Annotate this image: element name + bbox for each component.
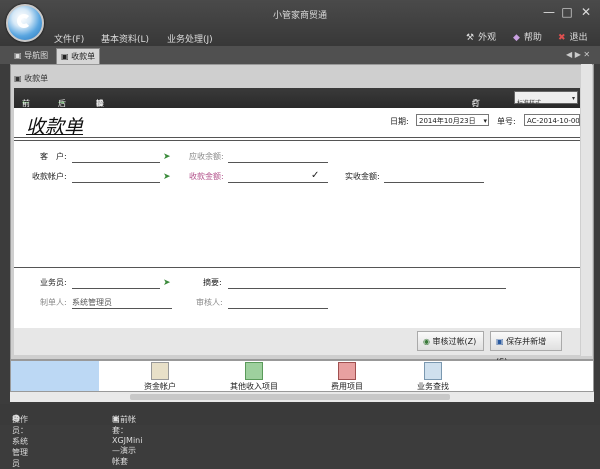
maker-value: 系统管理员 (72, 298, 112, 307)
salesman-lookup-icon[interactable]: ➤ (163, 278, 171, 288)
tab-navigation[interactable]: ▣ 导航图 (10, 48, 52, 64)
audit-icon: ◉ (423, 337, 430, 346)
save-and-new-button[interactable]: ▣ 保存并新增(S) (490, 331, 562, 366)
receipt-amount-field[interactable] (228, 182, 328, 183)
doc-number-field[interactable]: AC-2014-10-000 (524, 114, 580, 126)
maximize-button[interactable]: □ (560, 6, 574, 18)
summary-field[interactable] (228, 288, 506, 289)
menu-basic-data[interactable]: 基本资料(L) (101, 32, 149, 45)
status-bar: ☻ 操作员：系统管理员 ▣ 当前帐套：XGJMini—演示帐套 (0, 404, 600, 468)
print-style-select[interactable]: 标准样式 ▾ (514, 91, 578, 107)
account-lookup-icon[interactable]: ➤ (163, 172, 171, 182)
date-picker[interactable]: 2014年10月23日 ▾ (416, 114, 489, 126)
customer-lookup-icon[interactable]: ➤ (163, 152, 171, 162)
help-book-icon: ◆ (513, 33, 520, 43)
nav-business-search[interactable]: 业务查找 (398, 362, 468, 392)
receivable-balance-label: 应收余额: (189, 152, 224, 161)
divider (14, 267, 580, 268)
date-label: 日期: (390, 117, 409, 126)
salesman-label: 业务员: (40, 278, 67, 287)
horizontal-scroll-thumb[interactable] (130, 394, 450, 400)
tab-scroll-arrows[interactable]: ◀ ▶ ✕ (566, 50, 590, 59)
receivable-balance-field (228, 162, 328, 163)
salesman-field[interactable] (72, 288, 160, 289)
tools-icon: ⚒ (466, 33, 475, 43)
divider (14, 140, 580, 141)
divider (14, 137, 580, 138)
income-icon (245, 362, 263, 380)
vertical-scrollbar[interactable] (581, 64, 592, 356)
toolbar: ← 前单 → 后单 ▩ 操作(O) ⎙ 打印(P) 标准样式▾ (14, 88, 580, 129)
account-field[interactable] (72, 182, 160, 183)
menu-business[interactable]: 业务处理(J) (167, 32, 213, 45)
form-title: 收款单 (26, 116, 84, 138)
map-icon: ▣ (14, 51, 22, 60)
summary-label: 摘要: (203, 278, 222, 287)
chevron-down-icon: ▾ (571, 95, 575, 102)
minimize-button[interactable]: — (542, 6, 556, 18)
receipt-form (14, 108, 580, 328)
nav-other-income[interactable]: 其他收入项目 (219, 362, 289, 392)
close-button[interactable]: ✕ (579, 6, 593, 18)
save-icon: ▣ (496, 337, 504, 346)
receipt-icon: ▣ (61, 52, 69, 61)
receipt-icon: ▣ (14, 74, 22, 83)
auditor-field (228, 308, 328, 309)
customer-field[interactable] (72, 162, 160, 163)
expense-icon (338, 362, 356, 380)
nav-fund-account[interactable]: 资金帐户 (125, 362, 195, 392)
nav-expense-items[interactable]: 费用项目 (312, 362, 382, 392)
document-caption: ▣ 收款单 (14, 74, 49, 83)
audit-post-button[interactable]: ◉ 审核过帐(Z) (417, 331, 484, 351)
title-bar (0, 0, 600, 46)
receipt-amount-label: 收款金额: (189, 172, 224, 181)
exit-button[interactable]: ✖ 退出 (558, 30, 588, 43)
appearance-button[interactable]: ⚒ 外观 (466, 30, 496, 43)
exit-icon: ✖ (558, 33, 566, 43)
checkmark-icon: ✓ (311, 170, 320, 181)
tab-receipt[interactable]: ▣ 收款单 (56, 48, 101, 65)
help-button[interactable]: ◆ 帮助 (513, 30, 542, 43)
menu-file[interactable]: 文件(F) (54, 32, 84, 45)
window-title: 小管家商贸通 (272, 11, 327, 21)
maker-field (72, 308, 172, 309)
actual-amount-field[interactable] (384, 182, 484, 183)
chevron-down-icon: ▾ (483, 117, 487, 125)
actual-amount-label: 实收金额: (345, 172, 380, 181)
doc-number-label: 单号: (497, 117, 516, 126)
customer-label: 客 户: (40, 152, 67, 161)
ledger-icon (151, 362, 169, 380)
nav-panel-selected-area[interactable] (11, 361, 99, 391)
account-label: 收款帐户: (32, 172, 67, 181)
auditor-label: 审核人: (196, 298, 223, 307)
search-icon (424, 362, 442, 380)
maker-label: 制单人: (40, 298, 67, 307)
